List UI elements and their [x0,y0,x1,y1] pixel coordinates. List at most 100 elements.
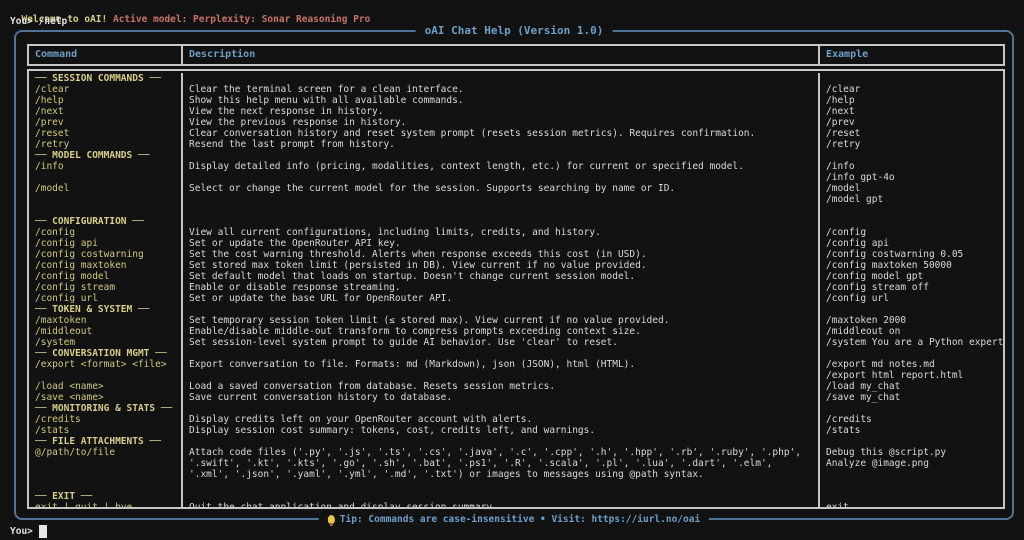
example-cell-line [820,469,1003,480]
command-cell-line: /save <name> [29,392,181,403]
example-cell-line: /config maxtoken 50000 [820,260,1003,271]
entered-command-line: You> /help [10,16,67,27]
column-header-example: Example [820,46,1003,64]
example-cell-line: /config stream off [820,282,1003,293]
example-cell-line: /maxtoken 2000 [820,315,1003,326]
example-cell-line: /retry [820,139,1003,150]
description-cell-line: '.swift', '.kt', '.kts', '.go', '.sh', '… [183,458,818,469]
command-cell-line: /help [29,95,181,106]
command-cell-line: /reset [29,128,181,139]
example-cell-line: /reset [820,128,1003,139]
example-cell-line [820,491,1003,502]
command-cell-line: /model [29,183,181,194]
description-cell-line: Enable or disable response streaming. [183,282,818,293]
description-cell-line: Load a saved conversation from database.… [183,381,818,392]
example-cell-line: /load my_chat [820,381,1003,392]
footer-tip-text: Tip: Commands are case-insensitive • Vis… [340,514,700,525]
example-cell-line: /stats [820,425,1003,436]
active-model-text: Active model: Perplexity: Sonar Reasonin… [113,14,370,25]
description-cell-line: Clear conversation history and reset sys… [183,128,818,139]
example-cell-line: /config model gpt [820,271,1003,282]
description-cell-line: Attach code files ('.py', '.js', '.ts', … [183,447,818,458]
description-cell-line: Enable/disable middle-out transform to c… [183,326,818,337]
command-cell-line: /prev [29,117,181,128]
description-cell-line: Select or change the current model for t… [183,183,818,194]
command-cell-line: /config api [29,238,181,249]
example-cell-line: /info [820,161,1003,172]
description-cell-line: Display credits left on your OpenRouter … [183,414,818,425]
command-cell-line: /system [29,337,181,348]
example-cell-line: /credits [820,414,1003,425]
description-cell-line [183,194,818,205]
example-cell-line [820,348,1003,359]
description-cell-line [183,348,818,359]
description-cell-line: Set or update the OpenRouter API key. [183,238,818,249]
example-cell-line: /export html report.html [820,370,1003,381]
help-panel-title: oAI Chat Help (Version 1.0) [416,24,613,37]
description-cell-line: Set or update the base URL for OpenRoute… [183,293,818,304]
command-cell-line: /clear [29,84,181,95]
command-cell-line: /middleout [29,326,181,337]
example-cell-line: /info gpt-4o [820,172,1003,183]
example-cell-line: Analyze @image.png [820,458,1003,469]
example-cell-line: exit [820,502,1003,507]
example-cell-line: /middleout on [820,326,1003,337]
description-cell-line [183,403,818,414]
text-cursor [39,525,47,538]
example-cell-line [820,150,1003,161]
description-cell-line [183,304,818,315]
example-column: /clear/help/next/prev/reset/retry /info/… [820,73,1003,507]
terminal-prompt[interactable]: You> [10,525,47,538]
command-cell-line [29,205,181,216]
section-header-line: ── CONFIGURATION ── [29,216,181,227]
description-cell-line: Show this help menu with all available c… [183,95,818,106]
description-cell-line: Set temporary session token limit (≤ sto… [183,315,818,326]
command-cell-line [29,458,181,469]
example-cell-line [820,304,1003,315]
description-cell-line [183,150,818,161]
description-cell-line [183,480,818,491]
description-cell-line [183,491,818,502]
description-cell-line: View the next response in history. [183,106,818,117]
command-cell-line: /export <format> <file> [29,359,181,370]
section-header-line: ── MODEL COMMANDS ── [29,150,181,161]
example-cell-line: /config url [820,293,1003,304]
section-header-line: ── FILE ATTACHMENTS ── [29,436,181,447]
example-cell-line: /export md notes.md [820,359,1003,370]
command-cell-line [29,194,181,205]
help-panel: oAI Chat Help (Version 1.0) Command Desc… [14,30,1014,520]
example-cell-line: /model gpt [820,194,1003,205]
description-cell-line: Resend the last prompt from history. [183,139,818,150]
description-cell-line: Set stored max token limit (persisted in… [183,260,818,271]
command-cell-line [29,469,181,480]
description-cell-line: Set default model that loads on startup.… [183,271,818,282]
description-cell-line: Set the cost warning threshold. Alerts w… [183,249,818,260]
example-cell-line: /system You are a Python expert [820,337,1003,348]
command-cell-line: /config stream [29,282,181,293]
command-column: ── SESSION COMMANDS ──/clear/help/next/p… [29,73,183,507]
command-cell-line: /stats [29,425,181,436]
example-cell-line: /model [820,183,1003,194]
section-header-line: ── MONITORING & STATS ── [29,403,181,414]
example-cell-line [820,436,1003,447]
command-cell-line: /config url [29,293,181,304]
example-cell-line: /next [820,106,1003,117]
command-cell-line [29,370,181,381]
lightbulb-icon [328,515,335,524]
help-table-body: ── SESSION COMMANDS ──/clear/help/next/p… [27,69,1005,509]
command-cell-line [29,480,181,491]
description-cell-line: Export conversation to file. Formats: md… [183,359,818,370]
example-cell-line [820,205,1003,216]
command-cell-line: /retry [29,139,181,150]
example-cell-line: /clear [820,84,1003,95]
command-cell-line: /config costwarning [29,249,181,260]
help-table-header: Command Description Example [27,44,1005,66]
description-cell-line [183,73,818,84]
example-cell-line: /save my_chat [820,392,1003,403]
description-cell-line: Clear the terminal screen for a clean in… [183,84,818,95]
example-cell-line [820,216,1003,227]
example-cell-line: /config [820,227,1003,238]
section-header-line: ── CONVERSATION MGMT ── [29,348,181,359]
command-cell-line: /next [29,106,181,117]
description-cell-line: View all current configurations, includi… [183,227,818,238]
